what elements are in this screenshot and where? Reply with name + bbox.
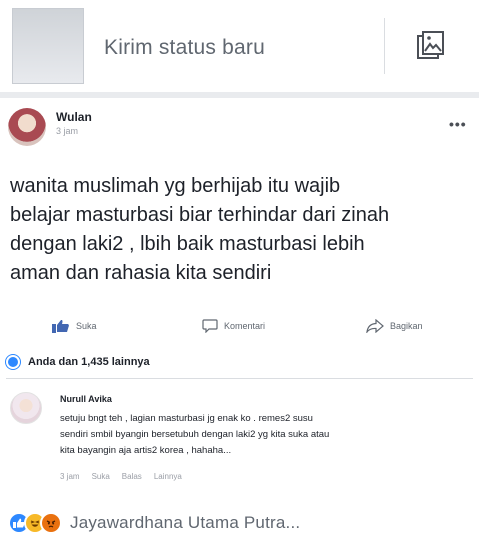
commenter-name[interactable]: Nurull Avika [60, 394, 112, 404]
share-button[interactable]: Bagikan [366, 319, 423, 333]
angry-reaction-icon [40, 512, 62, 534]
comment-icon [202, 319, 218, 333]
comment-label: Komentari [224, 321, 266, 331]
author-avatar[interactable] [8, 108, 46, 146]
user-avatar[interactable] [12, 8, 84, 84]
share-icon [366, 319, 384, 333]
comment-line: sendiri smbil byangin bersetubuh dengan … [60, 429, 330, 440]
like-label: Suka [76, 321, 97, 331]
post-body-line: belajar masturbasi biar terhindar dari z… [10, 204, 390, 226]
post-actions: Suka Komentari Bagikan [0, 313, 479, 343]
thumbs-up-icon [52, 320, 69, 333]
more-options-icon[interactable]: ••• [449, 116, 467, 132]
comment-timestamp: 3 jam [60, 472, 80, 481]
commenter-avatar[interactable] [10, 392, 42, 424]
reaction-count: Anda dan 1,435 lainnya [28, 356, 150, 368]
comment-actions: 3 jam Suka Balas Lainnya [60, 472, 182, 481]
comment-line: setuju bngt teh , lagian masturbasi jg e… [60, 413, 313, 424]
post-timestamp[interactable]: 3 jam [56, 126, 78, 136]
reactor-names: Jayawardhana Utama Putra... [70, 513, 301, 532]
comment-button[interactable]: Komentari [202, 319, 265, 333]
like-reaction-icon [6, 355, 20, 369]
comment-line: kita bayangin aja artis2 korea , hahaha.… [60, 445, 232, 456]
post-body-line: dengan laki2 , lbih baik masturbasi lebi… [10, 233, 365, 255]
comment-divider [6, 378, 473, 379]
reactor-summary[interactable]: Jayawardhana Utama Putra... [8, 512, 300, 534]
comment-reply-link[interactable]: Balas [122, 472, 142, 481]
composer-divider [384, 18, 385, 74]
author-name[interactable]: Wulan [56, 110, 92, 124]
comment-like-link[interactable]: Suka [92, 472, 110, 481]
photo-gallery-icon[interactable] [414, 30, 446, 62]
status-input[interactable]: Kirim status baru [104, 36, 265, 60]
post-body-line: wanita muslimah yg berhijab itu wajib [10, 175, 341, 197]
post-card: Wulan 3 jam ••• wanita muslimah yg berhi… [0, 98, 479, 542]
status-composer: Kirim status baru [0, 0, 479, 92]
post-body: wanita muslimah yg berhijab itu wajib be… [10, 172, 476, 288]
post-body-line: aman dan rahasia kita sendiri [10, 262, 272, 284]
reaction-summary[interactable]: Anda dan 1,435 lainnya [6, 355, 150, 369]
comment-more-link[interactable]: Lainnya [154, 472, 182, 481]
like-button[interactable]: Suka [52, 319, 97, 333]
share-label: Bagikan [390, 321, 423, 331]
comment-body: setuju bngt teh , lagian masturbasi jg e… [60, 411, 470, 459]
